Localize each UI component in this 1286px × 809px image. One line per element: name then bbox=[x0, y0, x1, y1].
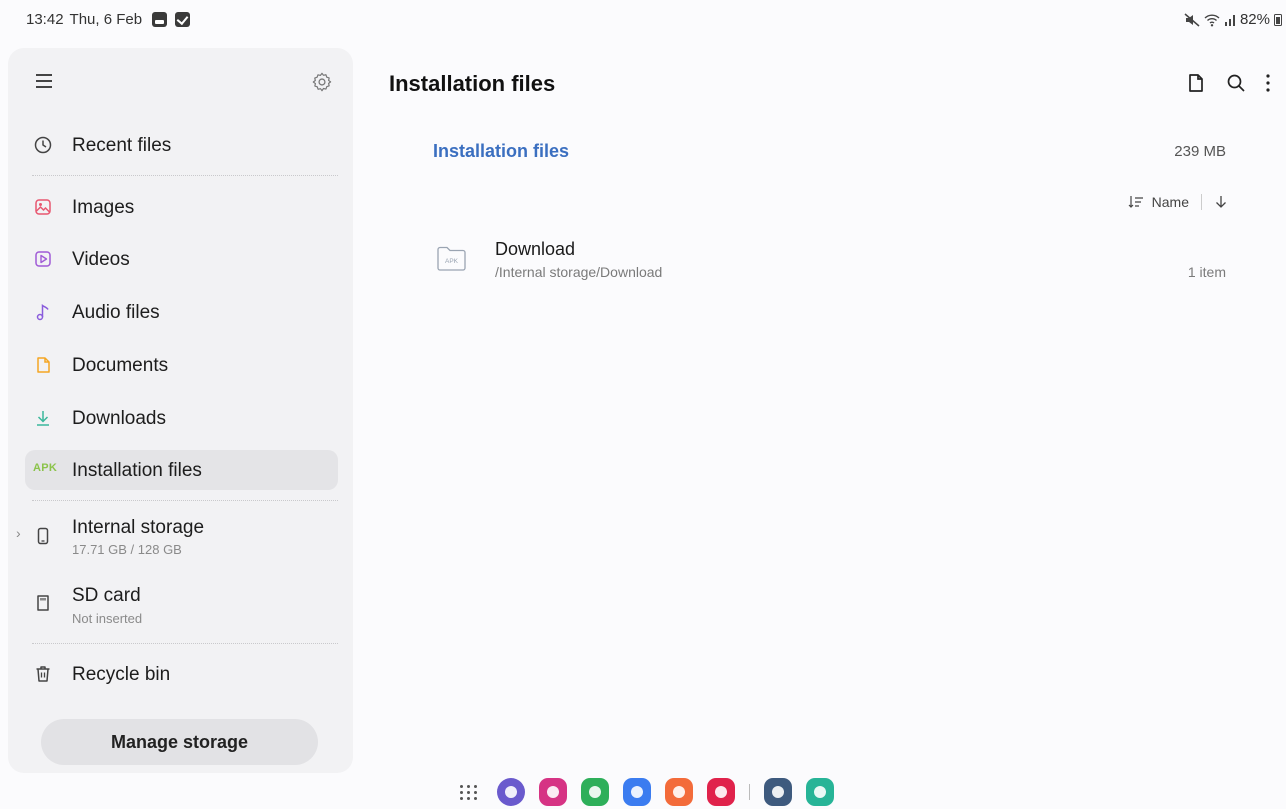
sidebar-item-label: Installation files bbox=[72, 460, 202, 481]
sidebar-item-downloads[interactable]: Downloads bbox=[25, 398, 338, 438]
wifi-icon bbox=[1204, 13, 1220, 26]
file-path: /Internal storage/Download bbox=[495, 264, 663, 280]
folder-apk-label: APK bbox=[445, 258, 459, 265]
download-icon bbox=[37, 411, 49, 426]
sidebar-header bbox=[8, 48, 353, 118]
menu-icon[interactable] bbox=[36, 74, 52, 88]
sort-icon bbox=[1128, 196, 1143, 208]
sidebar-item-label: Images bbox=[72, 197, 135, 218]
status-date: Thu, 6 Feb bbox=[69, 11, 143, 28]
gallery-app-icon[interactable] bbox=[539, 778, 567, 806]
status-left: 13:42 Thu, 6 Feb bbox=[26, 11, 191, 28]
status-right: 82% bbox=[1184, 11, 1282, 28]
section-title: Installation files bbox=[433, 141, 570, 161]
sidebar-item-label: Audio files bbox=[72, 302, 160, 323]
chevron-right-icon[interactable]: › bbox=[16, 525, 21, 541]
manage-storage-button[interactable]: Manage storage bbox=[41, 719, 318, 765]
sd-card-icon bbox=[37, 595, 49, 611]
sidebar: Recent files Images Videos Audio files D… bbox=[8, 48, 353, 773]
sort-divider bbox=[1201, 194, 1202, 210]
sd-card-status: Not inserted bbox=[72, 611, 143, 626]
sidebar-item-label: Recent files bbox=[72, 135, 172, 156]
status-bar: 13:42 Thu, 6 Feb 82% bbox=[0, 0, 1286, 40]
more-options-icon[interactable] bbox=[1263, 71, 1273, 95]
mute-icon bbox=[1184, 12, 1200, 27]
apk-icon: APK bbox=[33, 462, 58, 474]
section-size: 239 MB bbox=[1174, 143, 1226, 160]
game-app-icon[interactable] bbox=[806, 778, 834, 806]
sidebar-item-label: Internal storage bbox=[72, 517, 205, 538]
folder-icon: APK bbox=[437, 246, 466, 271]
top-actions bbox=[1185, 71, 1281, 97]
file-item-count: 1 item bbox=[1187, 264, 1226, 280]
photo-notification-icon bbox=[152, 12, 168, 27]
divider bbox=[32, 175, 338, 176]
battery-icon bbox=[1274, 14, 1282, 26]
new-file-icon[interactable] bbox=[1185, 71, 1207, 95]
sidebar-item-label: SD card bbox=[72, 585, 141, 606]
dock bbox=[455, 776, 834, 808]
page-title: Installation files bbox=[389, 71, 556, 96]
sort-label[interactable]: Name bbox=[1152, 194, 1189, 210]
file-name: Download bbox=[495, 239, 576, 259]
sidebar-item-label: Downloads bbox=[72, 408, 166, 429]
sidebar-item-recycle-bin[interactable]: Recycle bin bbox=[25, 654, 338, 694]
gear-icon[interactable] bbox=[311, 71, 333, 93]
internet-app-icon[interactable] bbox=[497, 778, 525, 806]
sidebar-item-label: Documents bbox=[72, 355, 169, 376]
sort-control[interactable]: Name bbox=[1128, 194, 1228, 210]
sidebar-item-sd-card[interactable]: SD card Not inserted bbox=[25, 578, 338, 632]
sidebar-item-internal-storage[interactable]: › Internal storage 17.71 GB / 128 GB bbox=[16, 511, 338, 565]
search-icon[interactable] bbox=[1225, 71, 1247, 95]
clock-icon bbox=[34, 136, 52, 154]
arrow-down-icon[interactable] bbox=[1214, 194, 1228, 210]
status-time: 13:42 bbox=[26, 11, 64, 28]
sidebar-item-videos[interactable]: Videos bbox=[25, 239, 338, 279]
phone-app-icon[interactable] bbox=[581, 778, 609, 806]
sidebar-item-label: Recycle bin bbox=[72, 664, 171, 685]
list-item[interactable]: APK Download /Internal storage/Download … bbox=[420, 232, 1236, 292]
video-icon bbox=[35, 251, 51, 267]
divider bbox=[32, 643, 338, 644]
sidebar-item-images[interactable]: Images bbox=[25, 187, 338, 227]
music-note-icon bbox=[36, 304, 49, 321]
camera-app-icon[interactable] bbox=[707, 778, 735, 806]
divider bbox=[32, 500, 338, 501]
trash-icon bbox=[36, 666, 50, 682]
storage-usage: 17.71 GB / 128 GB bbox=[72, 542, 182, 557]
signal-icon bbox=[1224, 14, 1235, 26]
battery-percent: 82% bbox=[1239, 11, 1270, 28]
dock-separator bbox=[749, 784, 750, 800]
messages-app-icon[interactable] bbox=[623, 778, 651, 806]
app-drawer-icon[interactable] bbox=[455, 778, 483, 806]
image-icon bbox=[35, 199, 51, 215]
check-notification-icon bbox=[175, 12, 191, 27]
document-icon bbox=[37, 357, 50, 373]
sidebar-item-installation-files[interactable]: APK Installation files bbox=[25, 450, 338, 490]
sidebar-item-audio-files[interactable]: Audio files bbox=[25, 292, 338, 332]
contacts-app-icon[interactable] bbox=[665, 778, 693, 806]
settings-app-icon[interactable] bbox=[764, 778, 792, 806]
phone-icon bbox=[37, 527, 49, 545]
sidebar-item-documents[interactable]: Documents bbox=[25, 345, 338, 385]
sidebar-item-recent-files[interactable]: Recent files bbox=[25, 125, 338, 165]
sidebar-item-label: Videos bbox=[72, 249, 130, 270]
